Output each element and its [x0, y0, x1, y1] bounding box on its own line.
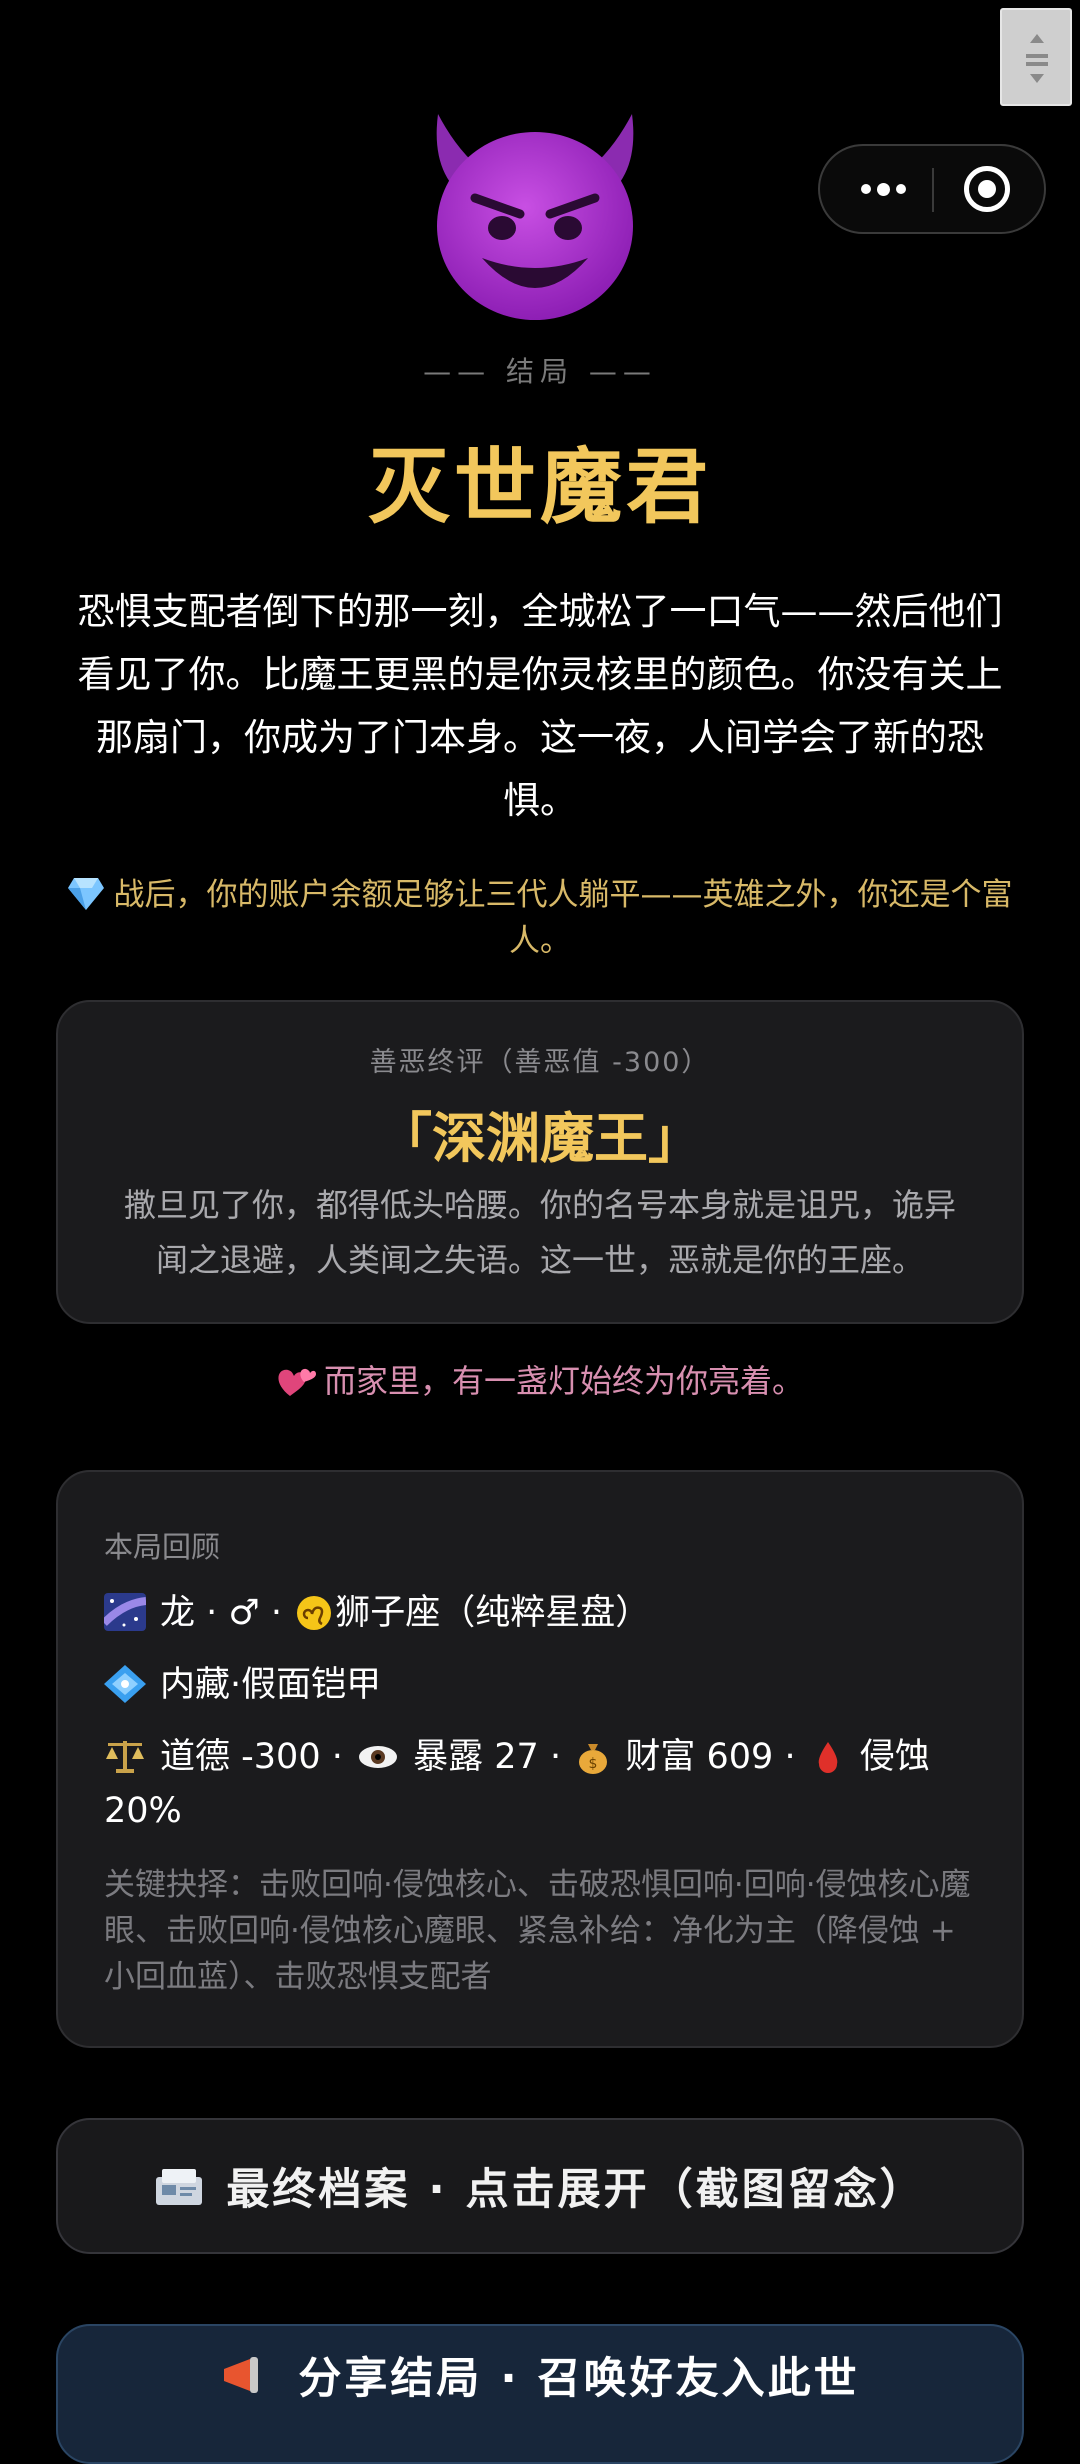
- stat-wealth-value: 609: [706, 1737, 774, 1777]
- stat-exposure-value: 27: [494, 1737, 539, 1777]
- eye-icon: [358, 1746, 397, 1768]
- gem-icon: [67, 878, 104, 910]
- scroll-down-arrow-icon: [1030, 74, 1044, 83]
- stat-exposure-label: 暴露: [413, 1737, 484, 1777]
- megaphone-icon: [224, 2357, 259, 2393]
- recap-sign: 狮子座（纯粹星盘）: [335, 1593, 651, 1633]
- verdict-name: 「深渊魔王」: [378, 1107, 702, 1170]
- stat-morality-value: -300: [241, 1737, 321, 1777]
- verdict-label: 善恶终评（善恶值 -300）: [369, 1047, 711, 1078]
- recap-sep: ·: [195, 1593, 229, 1633]
- smiling-face-with-horns-icon: [436, 114, 634, 320]
- final-archive-button[interactable]: 最终档案 · 点击展开（截图留念）: [56, 2118, 1024, 2254]
- wealth-note: 战后，你的账户余额足够让三代人躺平——英雄之外，你还是个富人。: [58, 872, 1022, 964]
- close-target-icon[interactable]: [964, 166, 1010, 212]
- wealth-note-text: 战后，你的账户余额足够让三代人躺平——英雄之外，你还是个富人。: [113, 877, 1013, 959]
- leo-icon: [297, 1596, 332, 1630]
- family-note: 而家里，有一盏灯始终为你亮着。: [0, 1356, 1080, 1402]
- stat-morality-label: 道德: [160, 1737, 231, 1777]
- scroll-grip-line: [1026, 62, 1048, 66]
- ending-title: 灭世魔君: [367, 440, 712, 535]
- recap-ability-text: 内藏·假面铠甲: [160, 1665, 382, 1705]
- diamond-with-dot-icon: [104, 1665, 146, 1703]
- recap-sep: ·: [259, 1593, 294, 1633]
- share-button-label: 分享结局 · 召唤好友入此世: [298, 2354, 860, 2404]
- scroll-handle[interactable]: [1000, 8, 1072, 106]
- stat-wealth-label: 财富: [625, 1737, 696, 1777]
- recap-ability: 内藏·假面铠甲: [104, 1658, 381, 1712]
- money-bag-icon: $: [579, 1744, 608, 1774]
- share-ending-button[interactable]: 分享结局 · 召唤好友入此世: [56, 2324, 1024, 2464]
- recap-zodiac: 龙: [160, 1593, 196, 1633]
- miniprogram-capsule: [818, 144, 1046, 234]
- ending-label: —— 结局 ——: [423, 355, 657, 388]
- blood-drop-icon: [818, 1742, 838, 1773]
- recap-gender: ♂: [228, 1593, 260, 1633]
- milky-way-icon: [104, 1593, 146, 1631]
- scroll-grip-icon: [1026, 54, 1048, 58]
- two-hearts-icon: [278, 1368, 316, 1396]
- more-menu-icon[interactable]: [848, 146, 918, 232]
- capsule-divider: [932, 168, 934, 212]
- scroll-up-arrow-icon: [1030, 34, 1044, 43]
- stat-corrosion-value: 20%: [104, 1791, 182, 1831]
- stat-corrosion-label: 侵蚀: [859, 1737, 930, 1777]
- svg-text:$: $: [589, 1756, 598, 1772]
- archive-button-label: 最终档案 · 点击展开（截图留念）: [226, 2165, 926, 2215]
- verdict-card: 善恶终评（善恶值 -300） 「深渊魔王」 撒旦见了你，都得低头哈腰。你的名号本…: [56, 1000, 1024, 1324]
- balance-scale-icon: [106, 1741, 144, 1773]
- ending-story: 恐惧支配者倒下的那一刻，全城松了一口气——然后他们看见了你。比魔王更黑的是你灵核…: [77, 590, 1003, 822]
- recap-card: 本局回顾 龙 · ♂ · 狮子座（纯粹星盘） 内藏·假面铠甲 道德 -300 ·: [56, 1470, 1024, 2048]
- verdict-description: 撒旦见了你，都得低头哈腰。你的名号本身就是诅咒，诡异闻之退避，人类闻之失语。这一…: [123, 1186, 956, 1279]
- card-file-icon: [156, 2169, 203, 2205]
- recap-heading: 本局回顾: [104, 1530, 221, 1564]
- recap-identity: 龙 · ♂ · 狮子座（纯粹星盘）: [104, 1586, 650, 1640]
- recap-stats: 道德 -300 · 暴露 27 · $ 财富 609 · 侵蚀 20%: [104, 1737, 930, 1831]
- key-choices: 关键抉择：击败回响·侵蚀核心、击破恐惧回响·回响·侵蚀核心魔眼、击败回响·侵蚀核…: [104, 1867, 971, 1995]
- family-note-text: 而家里，有一盏灯始终为你亮着。: [323, 1362, 804, 1400]
